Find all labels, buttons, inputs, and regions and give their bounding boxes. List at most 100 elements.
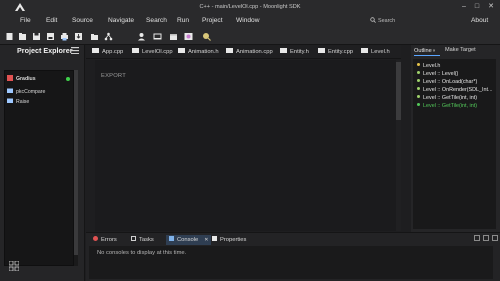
close-icon[interactable]: ×	[433, 48, 436, 53]
folder-icon	[178, 47, 185, 53]
folder-icon[interactable]	[90, 32, 99, 41]
run-search-icon[interactable]	[202, 32, 211, 41]
close-button[interactable]: ✕	[488, 2, 494, 12]
save-all-icon[interactable]	[46, 32, 55, 41]
import-icon[interactable]	[74, 32, 83, 41]
editor-gutter	[86, 60, 95, 231]
tree-item-gradius[interactable]: Gradius	[7, 74, 72, 83]
tab-properties[interactable]: Properties	[212, 235, 246, 245]
panel-window-controls	[474, 235, 498, 241]
open-file-icon[interactable]	[18, 32, 27, 41]
tab-label: Console	[177, 237, 199, 243]
tab-levelol-cpp[interactable]: LevelOl.cpp	[132, 45, 173, 59]
window-title: C++ - main/LevelOl.cpp - Moonlight SDK	[199, 4, 301, 10]
explorer-scrollbar-thumb[interactable]	[74, 70, 78, 255]
outline-item[interactable]: Level :: OnLoad(char*)	[417, 78, 477, 86]
new-file-icon[interactable]	[5, 32, 14, 41]
tab-tasks[interactable]: Tasks	[131, 235, 154, 245]
outline-item[interactable]: Level :: Level()	[417, 70, 458, 78]
outline-item[interactable]: Level :: OnRender(SDL_Int...	[417, 86, 495, 94]
folder-icon	[226, 47, 233, 53]
minimize-button[interactable]: –	[462, 2, 466, 12]
error-icon	[93, 235, 98, 241]
search-icon	[370, 16, 376, 23]
method-icon	[417, 79, 420, 83]
close-icon[interactable]: ✕	[204, 237, 208, 243]
tab-label: Animation.cpp	[236, 49, 273, 55]
tab-make-target[interactable]: Make Target	[445, 45, 476, 56]
outline-item-label: Level :: GetTile(int, int)	[423, 103, 478, 109]
console-icon	[169, 235, 174, 241]
tab-label: Tasks	[139, 237, 154, 243]
outline-item-label: Level.h	[423, 63, 441, 69]
folder-icon	[280, 47, 287, 53]
panel-splitter[interactable]	[401, 45, 411, 232]
terminal-icon[interactable]	[153, 32, 162, 41]
hierarchy-icon[interactable]	[104, 32, 113, 41]
menu-search[interactable]: Search	[146, 14, 167, 28]
editor-content: EXPORT	[101, 73, 126, 79]
tab-console[interactable]: Console ✕	[166, 235, 212, 245]
print-icon[interactable]	[60, 32, 69, 41]
outline-item[interactable]: Level.h	[417, 62, 440, 70]
panel-menu-icon[interactable]	[71, 47, 79, 54]
tab-label: Outline	[414, 48, 432, 54]
tab-animation-cpp[interactable]: Animation.cpp	[226, 45, 273, 59]
outline-item-label: Level :: GetTile(int, int)	[423, 95, 478, 101]
menu-about[interactable]: About	[471, 14, 488, 28]
status-dot	[66, 77, 70, 81]
restore-panel-button[interactable]	[492, 235, 498, 241]
outline-item-label: Level :: OnLoad(char*)	[423, 79, 478, 85]
folder-icon	[132, 47, 139, 53]
tab-label: Entity.h	[290, 49, 309, 55]
header-file-icon	[417, 63, 420, 67]
method-icon	[417, 87, 420, 91]
tab-label: Animation.h	[188, 49, 219, 55]
grid-view-icon[interactable]	[9, 261, 19, 271]
menu-file[interactable]: File	[20, 14, 31, 28]
tree-item-raise[interactable]: Raise	[7, 98, 29, 106]
folder-icon	[7, 98, 13, 104]
folder-icon	[92, 47, 99, 53]
menu-run[interactable]: Run	[177, 14, 189, 28]
tab-entity-h[interactable]: Entity.h	[280, 45, 309, 59]
tab-entity-cpp[interactable]: Entity.cpp	[318, 45, 353, 59]
tab-app-cpp[interactable]: App.cpp	[92, 45, 123, 59]
maximize-panel-button[interactable]	[483, 235, 489, 241]
maximize-button[interactable]: □	[475, 2, 479, 12]
tree-item-pkccompare[interactable]: pkcCompare	[7, 88, 45, 96]
menu-source[interactable]: Source	[72, 14, 93, 28]
method-icon	[417, 71, 420, 75]
menu-bar: File Edit Source Navigate Search Run Pro…	[0, 14, 500, 28]
toolbar	[0, 28, 500, 45]
folder-icon	[7, 88, 13, 94]
tree-item-label: pkcCompare	[16, 89, 46, 95]
tab-outline[interactable]: Outline×	[414, 45, 440, 56]
package-icon[interactable]	[169, 32, 178, 41]
window-controls: – □ ✕	[462, 2, 494, 12]
outline-item[interactable]: Level :: GetTile(int, int)	[417, 102, 477, 110]
outline-item-label: Level :: OnRender(SDL_Int...	[423, 87, 493, 93]
folder-icon	[318, 47, 325, 53]
project-explorer-title: Project Explorer	[17, 46, 73, 55]
tab-label: App.cpp	[102, 49, 124, 55]
minimize-panel-button[interactable]	[474, 235, 480, 241]
folder-icon	[361, 47, 368, 53]
tab-errors[interactable]: Errors	[93, 235, 117, 245]
menu-edit[interactable]: Edit	[46, 14, 57, 28]
outline-item-label: Level :: Level()	[423, 71, 459, 77]
tasks-icon	[131, 235, 136, 241]
console-message: No consoles to display at this time.	[97, 250, 187, 256]
tab-animation-h[interactable]: Animation.h	[178, 45, 219, 59]
menu-navigate[interactable]: Navigate	[108, 14, 134, 28]
media-icon[interactable]	[184, 32, 193, 41]
outline-item[interactable]: Level :: GetTile(int, int)	[417, 94, 477, 102]
project-error-icon	[7, 74, 13, 81]
menu-window[interactable]: Window	[236, 14, 259, 28]
user-icon[interactable]	[137, 32, 146, 41]
search-box[interactable]: Search	[370, 16, 422, 26]
menu-project[interactable]: Project	[202, 14, 223, 28]
tab-level-h[interactable]: Level.h	[361, 45, 390, 59]
save-icon[interactable]	[32, 32, 41, 41]
code-editor[interactable]	[95, 60, 400, 231]
